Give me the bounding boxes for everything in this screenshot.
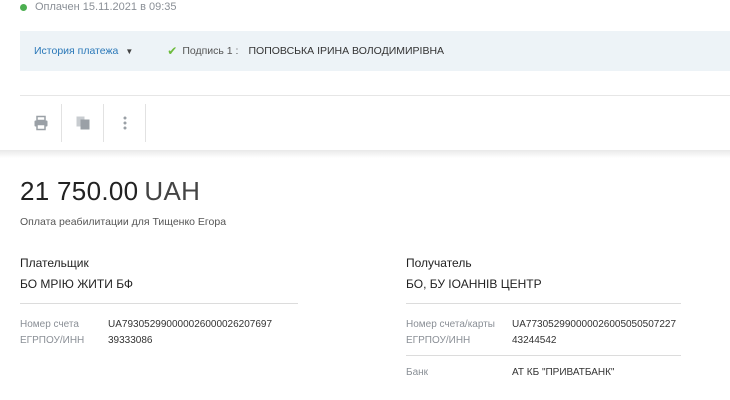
payment-purpose: Оплата реабилитации для Тищенко Егора <box>20 216 227 228</box>
payer-tax-value: 39333086 <box>108 334 153 346</box>
signature-name: ПОПОВСЬКА ІРИНА ВОЛОДИМИРІВНА <box>248 45 445 57</box>
amount-currency: UAH <box>144 176 201 206</box>
recipient-tax-value: 43244542 <box>512 334 557 346</box>
recipient-title: Получатель <box>406 256 472 270</box>
checkmark-icon: ✔ <box>167 44 178 58</box>
caret-down-icon: ▼ <box>125 46 134 56</box>
print-button[interactable] <box>20 104 62 142</box>
recipient-name: БО, БУ ІОАННІВ ЦЕНТР <box>406 277 681 304</box>
payment-amount: 21 750.00 UAH <box>20 176 200 207</box>
signature-info: ✔ Подпись 1 : ПОПОВСЬКА ІРИНА ВОЛОДИМИРІ… <box>167 44 444 58</box>
payer-account-value: UA793052990000026000026207697 <box>108 318 273 330</box>
payer-account-label: Номер счета <box>20 318 79 330</box>
recipient-bank-label: Банк <box>406 366 429 378</box>
recipient-account-label: Номер счета/карты <box>406 318 495 330</box>
payer-details: Номер счета UA79305299000002600002620769… <box>20 316 272 348</box>
amount-value: 21 750.00 <box>20 176 139 206</box>
divider <box>20 95 730 96</box>
document-toolbar <box>20 104 146 142</box>
payment-status: Оплачен 15.11.2021 в 09:35 <box>20 0 177 14</box>
copy-button[interactable] <box>62 104 104 142</box>
payer-tax-label: ЕГРПОУ/ИНН <box>20 334 85 346</box>
more-vertical-icon <box>123 116 126 130</box>
payer-title: Плательщик <box>20 256 89 270</box>
print-icon <box>34 115 47 131</box>
payer-section: Плательщик БО МРІЮ ЖИТИ БФ <box>20 256 320 304</box>
recipient-details: Номер счета/карты UA77305299000002600505… <box>406 316 676 348</box>
payer-tax-row: ЕГРПОУ/ИНН 39333086 <box>20 332 272 348</box>
recipient-tax-row: ЕГРПОУ/ИНН 43244542 <box>406 332 676 348</box>
section-shadow <box>0 150 730 158</box>
history-bar: История платежа ▼ ✔ Подпись 1 : ПОПОВСЬК… <box>20 31 730 71</box>
more-button[interactable] <box>104 104 146 142</box>
recipient-section: Получатель БО, БУ ІОАННІВ ЦЕНТР <box>406 256 681 304</box>
recipient-bank-row: Банк АТ КБ "ПРИВАТБАНК" <box>406 364 614 380</box>
payment-history-label: История платежа <box>34 45 119 57</box>
payer-name: БО МРІЮ ЖИТИ БФ <box>20 277 298 304</box>
recipient-account-value: UA773052990000026005050507227 <box>512 318 677 330</box>
recipient-tax-label: ЕГРПОУ/ИНН <box>406 334 471 346</box>
signature-label: Подпись 1 : <box>182 45 239 57</box>
divider <box>406 355 681 356</box>
copy-icon <box>76 116 89 130</box>
payment-history-dropdown[interactable]: История платежа ▼ <box>34 45 133 57</box>
recipient-account-row: Номер счета/карты UA77305299000002600505… <box>406 316 676 332</box>
status-dot-icon <box>20 3 27 11</box>
status-text: Оплачен 15.11.2021 в 09:35 <box>35 1 177 13</box>
payer-account-row: Номер счета UA79305299000002600002620769… <box>20 316 272 332</box>
recipient-bank-value: АТ КБ "ПРИВАТБАНК" <box>512 366 615 378</box>
